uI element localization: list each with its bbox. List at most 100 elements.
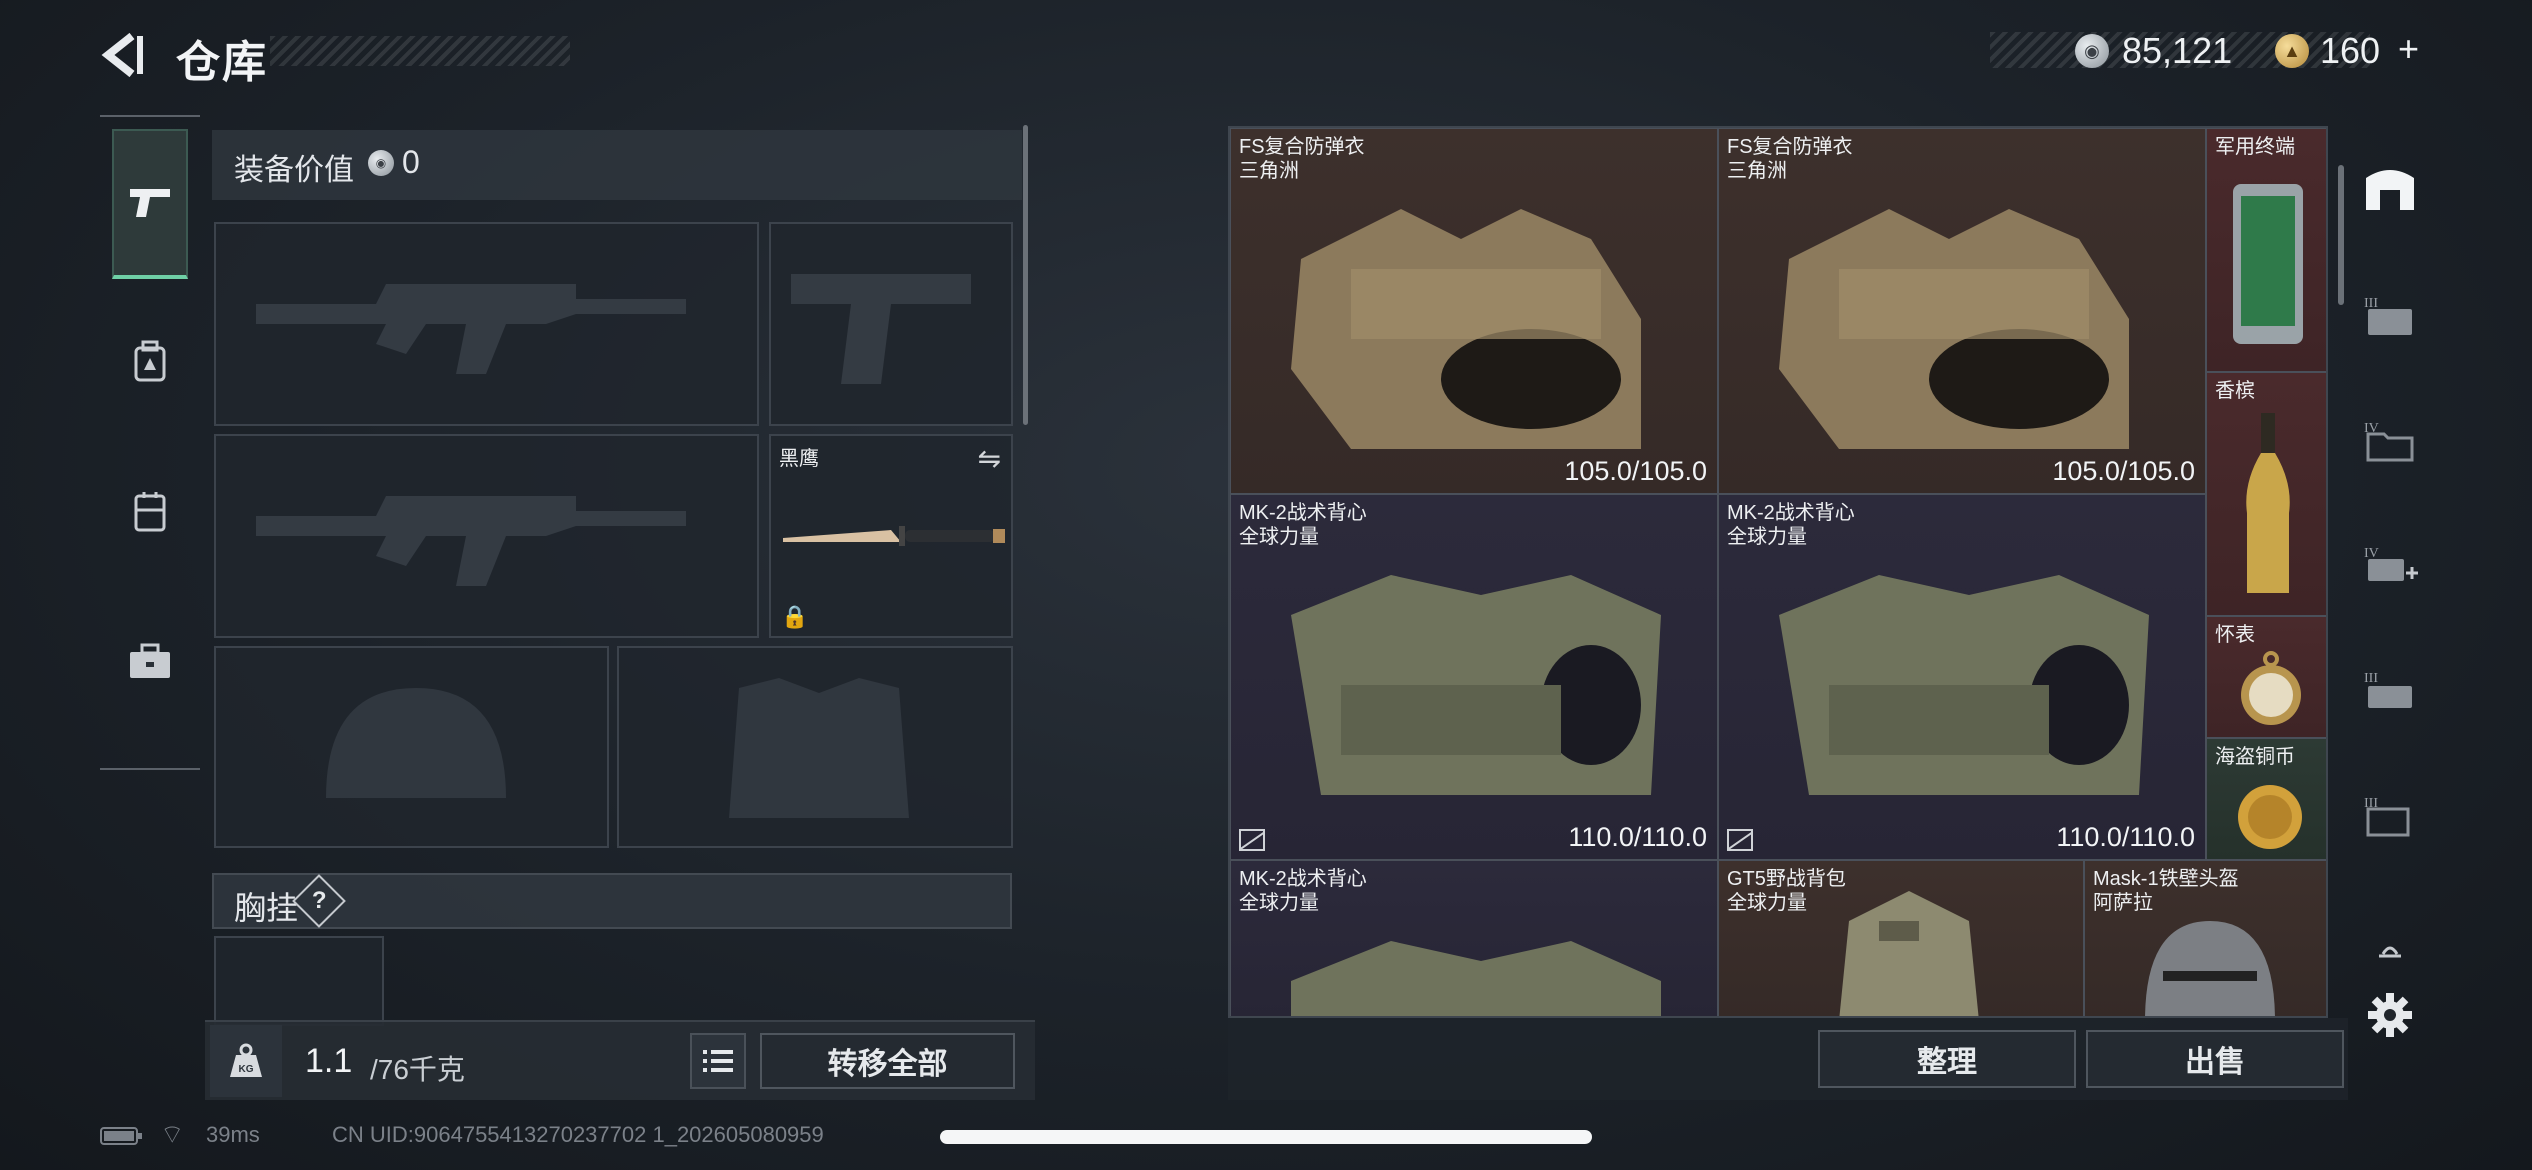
secondary-weapon-slot[interactable]: [214, 434, 759, 638]
tactical-vest-icon: [1779, 575, 2149, 795]
equipment-scrollbar[interactable]: [1023, 125, 1028, 425]
folder-iv-icon: IV: [2364, 421, 2414, 462]
melee-slot[interactable]: 黑鹰 ⇋ 🔒: [769, 434, 1013, 638]
armor-silhouette-icon: [729, 678, 909, 818]
equipment-tab-column: [100, 115, 200, 770]
sort-button[interactable]: 整理: [1818, 1030, 2076, 1088]
item-name: 海盗铜币: [2215, 746, 2295, 768]
case-iii-icon: III: [2364, 296, 2412, 335]
item-name: 香槟: [2215, 380, 2255, 402]
battery-icon: [100, 1127, 142, 1145]
current-weight: 1.1: [305, 1042, 353, 1080]
champagne-icon: [2246, 413, 2290, 593]
svg-text:III: III: [2364, 296, 2378, 311]
add-gold-button[interactable]: +: [2398, 28, 2419, 70]
stash-item[interactable]: 海盗铜币: [2206, 738, 2326, 860]
collapse-icon: [2379, 946, 2401, 958]
svg-text:III: III: [2364, 671, 2378, 686]
page-title: 仓库: [176, 38, 268, 87]
folder-page-button[interactable]: IV: [2360, 410, 2420, 470]
helmet-silhouette-icon: [326, 688, 506, 798]
back-arrow-icon[interactable]: [100, 30, 150, 80]
no-repair-icon: [1239, 829, 1265, 851]
collapse-rail-button[interactable]: [2360, 920, 2420, 980]
stash-item[interactable]: 香槟: [2206, 372, 2326, 616]
item-name: 怀表: [2215, 624, 2255, 646]
toolbox-icon: [130, 643, 170, 678]
settings-button[interactable]: [2360, 985, 2420, 1045]
wifi-icon: ⌔: [160, 1119, 185, 1149]
gear-icon: [2368, 993, 2412, 1037]
tab-rig[interactable]: [112, 437, 188, 587]
pirate-coin-icon: [2238, 785, 2302, 849]
helmet-slot[interactable]: [214, 646, 609, 848]
stash-item[interactable]: 军用终端: [2206, 128, 2326, 372]
stash-page-rail: III IV IV III III: [2350, 140, 2430, 1070]
svg-text:KG: KG: [239, 1064, 254, 1075]
home-indicator[interactable]: [940, 1130, 1592, 1144]
add-page-button[interactable]: IV: [2360, 535, 2420, 595]
case-b-page-button[interactable]: III: [2360, 660, 2420, 720]
svg-text:IV: IV: [2364, 546, 2379, 561]
melee-item-name: 黑鹰: [779, 448, 819, 470]
stash-item[interactable]: FS复合防弹衣 三角洲 105.0/105.0: [1230, 128, 1718, 494]
item-durability: 105.0/105.0: [1564, 456, 1707, 486]
swap-icon[interactable]: ⇋: [978, 442, 1001, 475]
lock-icon: 🔒: [781, 604, 809, 629]
case-iii-b-icon: III: [2364, 671, 2412, 708]
knife-icon: [783, 526, 1005, 546]
box-iii-icon: III: [2364, 796, 2410, 837]
equipment-value-label: 装备价值: [234, 154, 354, 187]
gold-currency-amount: 160: [2320, 30, 2381, 71]
list-icon: [703, 1050, 733, 1072]
pocket-watch-icon: [2241, 651, 2301, 725]
item-durability: 110.0/110.0: [2056, 822, 2195, 852]
box-page-button[interactable]: III: [2360, 785, 2420, 845]
sidearm-slot[interactable]: [769, 222, 1013, 426]
vest-icon: [134, 492, 166, 532]
sell-button[interactable]: 出售: [2086, 1030, 2344, 1088]
stash-item[interactable]: MK-2战术背心 全球力量: [1230, 860, 1718, 1016]
stash-grid: FS复合防弹衣 三角洲 105.0/105.0 FS复合防弹衣 三角洲 105.…: [1228, 126, 2328, 1018]
item-name: 军用终端: [2215, 136, 2295, 158]
tactical-vest-icon: [1291, 575, 1661, 795]
stash-item[interactable]: MK-2战术背心 全球力量 110.0/110.0: [1230, 494, 1718, 860]
tab-gear[interactable]: [112, 287, 188, 437]
body-armor-icon: [1291, 209, 1641, 449]
silver-coin-icon: ◉: [368, 150, 394, 176]
stash-item[interactable]: MK-2战术背心 全球力量 110.0/110.0: [1718, 494, 2206, 860]
silver-currency-amount: 85,121: [2122, 30, 2233, 71]
primary-weapon-slot[interactable]: [214, 222, 759, 426]
chest-rig-slot[interactable]: [214, 936, 384, 1026]
item-durability: 110.0/110.0: [1568, 822, 1707, 852]
pistol-icon: [130, 189, 170, 217]
pistol-silhouette-icon: [791, 274, 971, 384]
backpack-icon: [134, 340, 166, 382]
stash-item[interactable]: Mask-1铁壁头盔 阿萨拉: [2084, 860, 2326, 1016]
stash-item[interactable]: 怀表: [2206, 616, 2326, 738]
item-name: MK-2战术背心 全球力量: [1239, 868, 1367, 914]
list-view-button[interactable]: [690, 1033, 746, 1089]
tab-case[interactable]: [112, 587, 188, 737]
stash-page-button[interactable]: [2360, 160, 2420, 220]
military-terminal-icon: [2233, 184, 2303, 344]
tactical-vest-icon: [1291, 941, 1661, 1016]
item-durability: 105.0/105.0: [2052, 456, 2195, 486]
tab-weapons[interactable]: [112, 129, 188, 279]
weight-icon: KG: [210, 1025, 282, 1097]
chest-rig-label: 胸挂: [234, 890, 299, 926]
armor-slot[interactable]: [617, 646, 1013, 848]
transfer-all-button[interactable]: 转移全部: [760, 1033, 1015, 1089]
body-armor-icon: [1779, 209, 2129, 449]
equipment-value: 0: [402, 144, 420, 180]
gold-coin-icon: ▲: [2275, 34, 2309, 68]
no-repair-icon: [1727, 829, 1753, 851]
stash-item[interactable]: GT5野战背包 全球力量: [1718, 860, 2084, 1016]
add-iv-icon: IV: [2364, 546, 2418, 581]
max-weight: /76千克: [370, 1054, 465, 1085]
stash-scrollbar[interactable]: [2338, 165, 2344, 305]
case-page-button[interactable]: III: [2360, 285, 2420, 345]
backpack-item-icon: [1839, 891, 1979, 1016]
stash-item[interactable]: FS复合防弹衣 三角洲 105.0/105.0: [1718, 128, 2206, 494]
ping-value: 39ms: [206, 1122, 260, 1147]
